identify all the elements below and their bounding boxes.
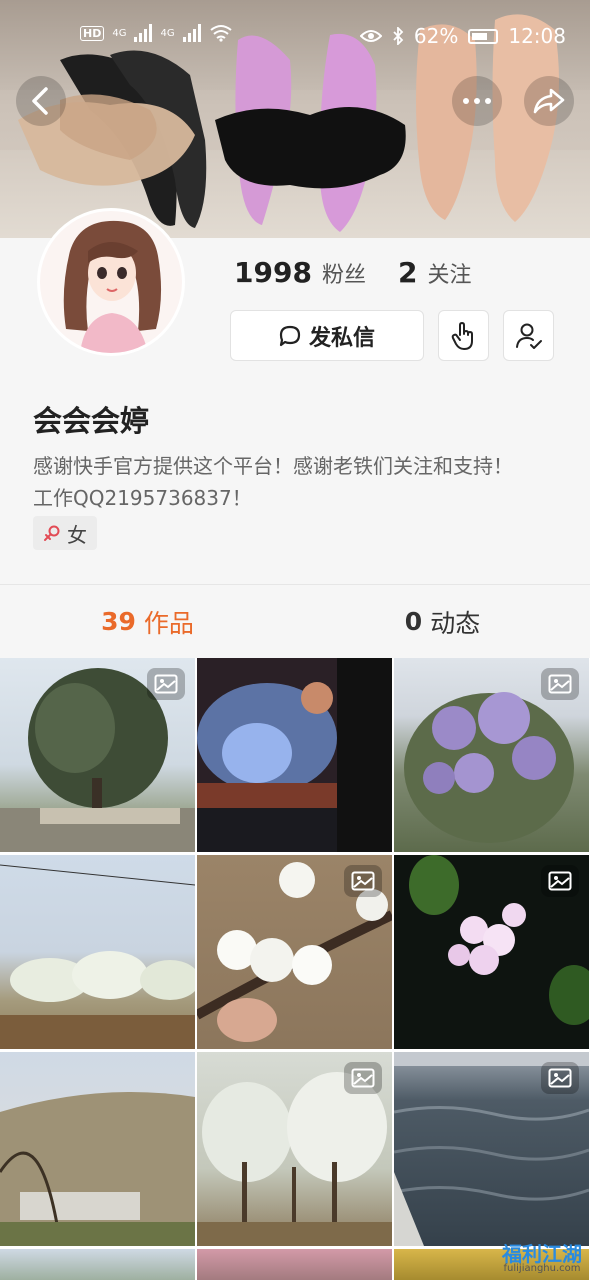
grid-item[interactable] — [197, 855, 392, 1049]
status-bar: HD 4G 4G 62% 12:08 — [0, 0, 590, 72]
grid-item[interactable] — [0, 855, 195, 1049]
grid-item[interactable] — [394, 855, 589, 1049]
back-arrow-icon — [32, 87, 48, 115]
works-count: 39 — [101, 607, 136, 636]
bio-line-1: 感谢快手官方提供这个平台！感谢老铁们关注和支持！ — [33, 454, 513, 478]
works-grid — [0, 658, 590, 1280]
followers-count[interactable]: 1998 — [234, 256, 312, 289]
signal-icon-2 — [182, 24, 201, 42]
send-message-button[interactable]: 发私信 — [230, 310, 424, 361]
more-icon — [463, 98, 491, 104]
thumbnail-bbq — [197, 658, 392, 852]
greet-button[interactable] — [438, 310, 489, 361]
gender-label: 女 — [67, 522, 87, 547]
image-type-badge — [541, 1062, 579, 1094]
grid-item[interactable] — [197, 1249, 392, 1280]
image-icon — [548, 674, 572, 694]
tab-moments[interactable]: 0 动态 — [295, 585, 590, 658]
profile-bio: 感谢快手官方提供这个平台！感谢老铁们关注和支持！ 工作QQ2195736837！ — [33, 450, 573, 514]
hand-tap-icon — [451, 321, 473, 350]
bluetooth-icon — [393, 27, 404, 45]
hd-icon: HD — [80, 25, 105, 41]
works-label: 作品 — [143, 608, 194, 638]
image-icon — [548, 1068, 572, 1088]
moments-count: 0 — [404, 607, 423, 636]
eye-icon — [359, 30, 382, 42]
network-label: 4G — [112, 27, 127, 39]
battery-icon — [468, 28, 499, 44]
content-tabs: 39 作品 0 动态 — [0, 584, 590, 658]
grid-item[interactable] — [0, 1249, 195, 1280]
cover-image: HD 4G 4G 62% 12:08 — [0, 0, 590, 238]
chat-bubble-icon — [279, 325, 301, 346]
grid-item[interactable] — [0, 1052, 195, 1246]
image-icon — [548, 871, 572, 891]
grid-item[interactable] — [394, 658, 589, 852]
back-button[interactable] — [16, 76, 66, 126]
share-button[interactable] — [524, 76, 574, 126]
share-icon — [533, 88, 565, 114]
avatar-illustration — [40, 211, 182, 353]
followers-label[interactable]: 粉丝 — [322, 257, 366, 289]
image-icon — [154, 674, 178, 694]
grid-item[interactable] — [197, 658, 392, 852]
watermark-url: fulijianghu.com — [503, 1263, 581, 1274]
stats-row: 1998 粉丝 2 关注 — [234, 256, 493, 289]
following-count[interactable]: 2 — [398, 256, 417, 289]
image-icon — [351, 871, 375, 891]
watermark-title: 福利江湖 — [502, 1242, 582, 1266]
following-label[interactable]: 关注 — [427, 257, 471, 289]
bio-line-2: 工作QQ2195736837！ — [33, 486, 252, 510]
wifi-icon — [209, 25, 232, 42]
clock: 12:08 — [508, 24, 566, 48]
followed-status-button[interactable] — [503, 310, 554, 361]
image-type-badge — [541, 865, 579, 897]
network-label-2: 4G — [160, 27, 175, 39]
thumbnail-orchard — [0, 864, 195, 1049]
send-message-label: 发私信 — [308, 325, 375, 351]
tab-works[interactable]: 39 作品 — [0, 585, 295, 658]
thumbnail-hillside — [0, 1092, 195, 1246]
image-icon — [351, 1068, 375, 1088]
watermark: 福利江湖 fulijianghu.com — [502, 1244, 582, 1274]
image-type-badge — [541, 668, 579, 700]
profile-name: 会会会婷 — [33, 404, 150, 438]
moments-label: 动态 — [430, 608, 481, 638]
battery-percent: 62% — [413, 24, 459, 48]
more-button[interactable] — [452, 76, 502, 126]
avatar[interactable] — [37, 208, 185, 356]
user-check-icon — [515, 323, 542, 349]
female-icon — [44, 525, 60, 541]
gender-badge: 女 — [33, 516, 97, 550]
image-type-badge — [344, 1062, 382, 1094]
grid-item[interactable] — [0, 658, 195, 852]
image-type-badge — [344, 865, 382, 897]
signal-icon — [134, 24, 153, 42]
image-type-badge — [147, 668, 185, 700]
grid-item[interactable] — [394, 1052, 589, 1246]
grid-item[interactable] — [197, 1052, 392, 1246]
